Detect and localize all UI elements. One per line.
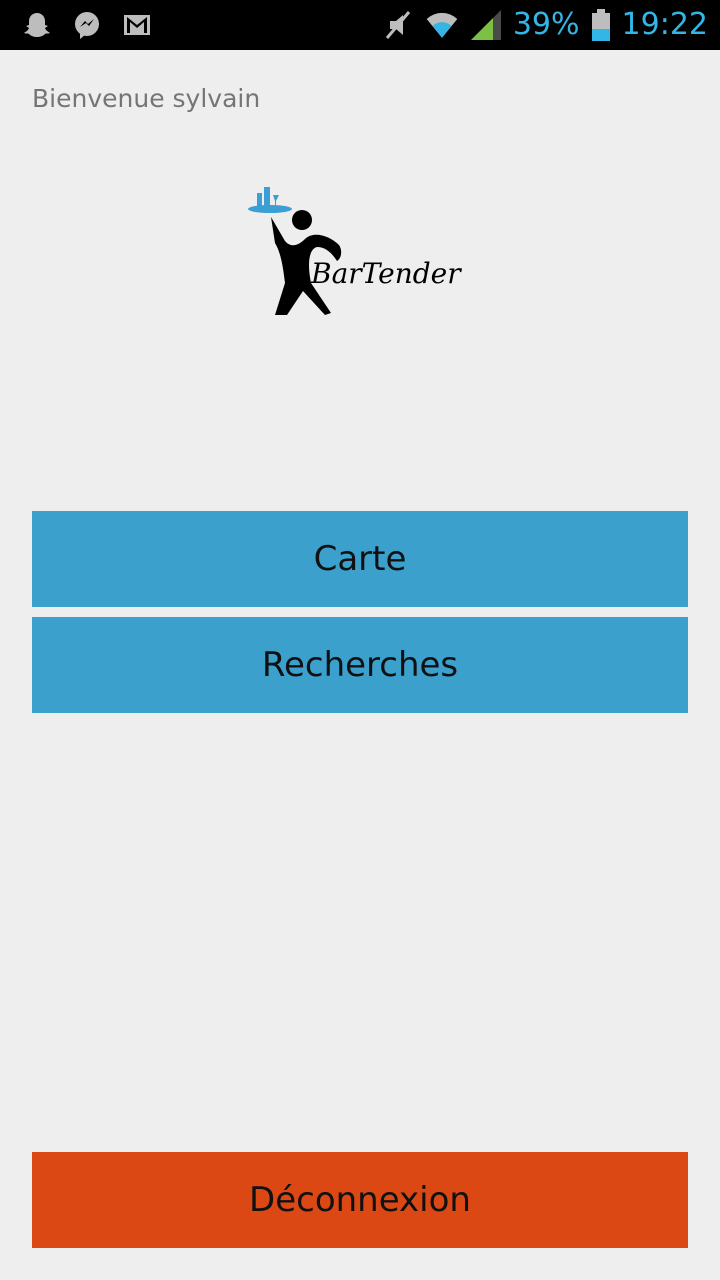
snapchat-icon xyxy=(20,8,54,42)
mute-icon xyxy=(381,8,415,42)
system-status: 39% 19:22 xyxy=(381,4,708,46)
status-bar: 39% 19:22 xyxy=(0,0,720,50)
carte-button[interactable]: Carte xyxy=(32,511,688,607)
bartender-logo: BarTender xyxy=(245,183,477,323)
battery-icon xyxy=(590,8,612,42)
notification-icons xyxy=(20,8,154,42)
messenger-icon xyxy=(70,8,104,42)
svg-text:BarTender: BarTender xyxy=(310,257,462,290)
recherches-button[interactable]: Recherches xyxy=(32,617,688,713)
signal-icon xyxy=(469,8,503,42)
wifi-icon xyxy=(425,8,459,42)
clock: 19:22 xyxy=(621,7,708,42)
gmail-icon xyxy=(120,8,154,42)
welcome-text: Bienvenue sylvain xyxy=(32,84,261,113)
logout-button[interactable]: Déconnexion xyxy=(32,1152,688,1248)
battery-percent: 39% xyxy=(512,7,580,42)
